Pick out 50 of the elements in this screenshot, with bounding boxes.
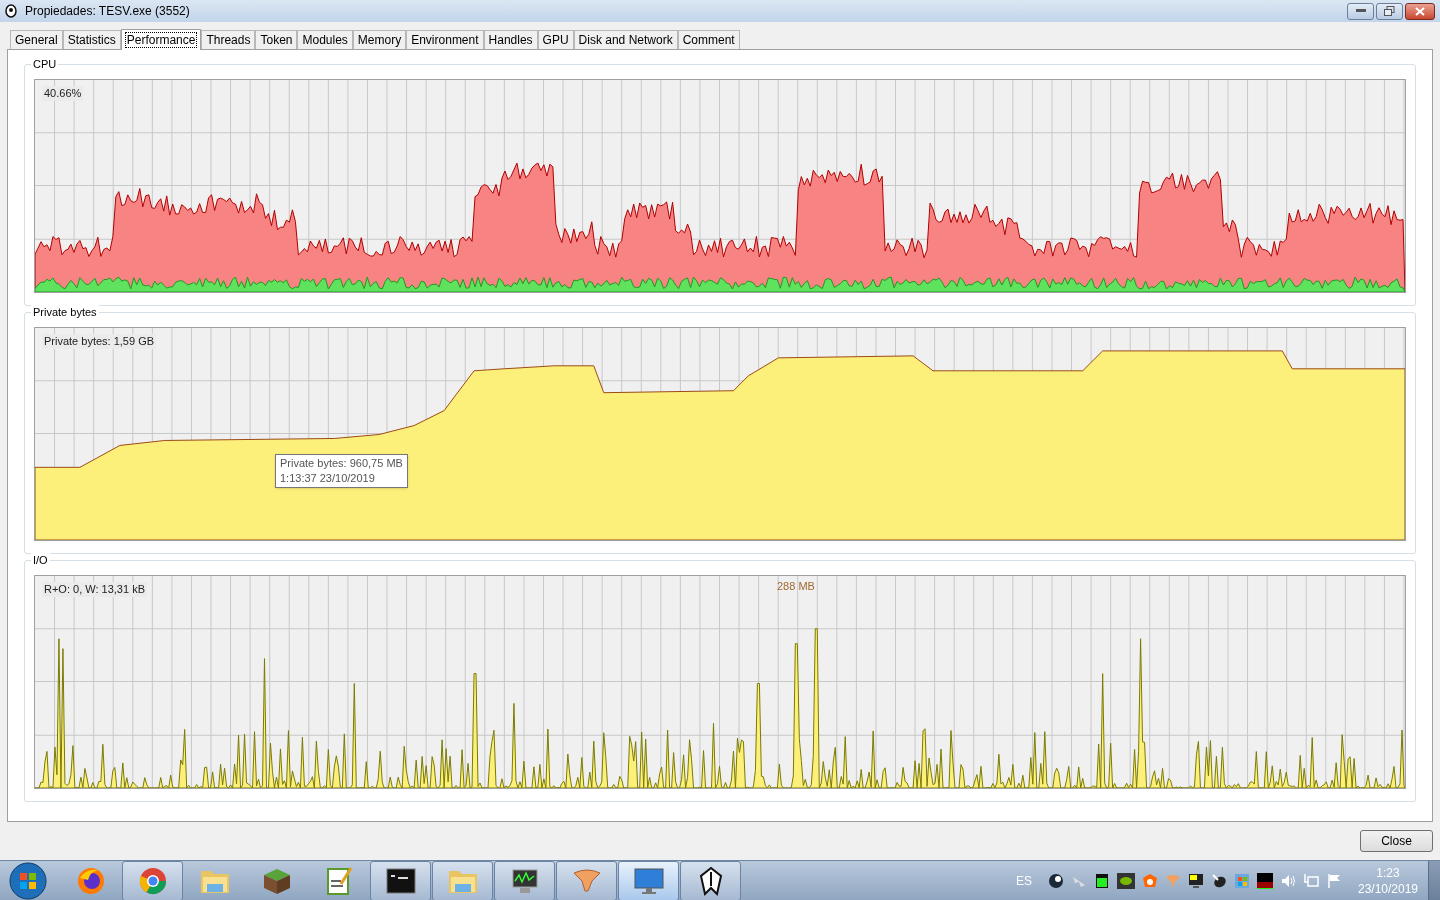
graph-reading: R+O: 0, W: 13,31 kB xyxy=(42,582,147,597)
screen-counter-icon[interactable] xyxy=(1188,873,1204,889)
satellite-dish-icon[interactable] xyxy=(1211,873,1227,889)
tab[interactable]: Token xyxy=(255,30,298,49)
window-title: Propiedades: TESV.exe (3552) xyxy=(25,3,190,20)
tab[interactable]: Disk and Network xyxy=(573,30,678,49)
monitor-icon xyxy=(632,867,665,895)
group-title: I/O xyxy=(31,553,50,567)
tab[interactable]: Handles xyxy=(483,30,538,49)
level-meter-icon[interactable] xyxy=(1094,873,1110,889)
monitor-graph-icon xyxy=(509,867,540,895)
tooltip-time: 1:13:37 23/10/2019 xyxy=(280,471,376,486)
clock-date: 23/10/2019 xyxy=(1357,881,1419,897)
terminal-icon xyxy=(385,868,416,894)
tornado-icon xyxy=(571,867,602,895)
minimize-button[interactable] xyxy=(1347,2,1374,20)
taskbar-button[interactable] xyxy=(494,861,555,900)
tooltip-value: Private bytes: 960,75 MB xyxy=(280,456,403,471)
graph-reading: 40.66% xyxy=(42,86,84,101)
restore-button[interactable] xyxy=(1376,2,1403,20)
shield-icon[interactable] xyxy=(1142,873,1158,889)
close-button[interactable]: Close xyxy=(1360,830,1433,852)
tab[interactable]: Environment xyxy=(406,30,484,49)
round-logo-icon[interactable] xyxy=(1048,873,1064,889)
group-title: Private bytes xyxy=(31,305,99,319)
tab[interactable]: Comment xyxy=(677,30,740,49)
fox-globe-icon xyxy=(75,866,106,896)
start-orb-icon xyxy=(9,862,47,900)
tab[interactable]: Threads xyxy=(201,30,256,49)
close-icon xyxy=(1415,6,1425,16)
graph-reading: Private bytes: 1,59 GB xyxy=(42,334,157,349)
taskbar-button[interactable] xyxy=(370,861,431,900)
minimize-icon xyxy=(1355,9,1366,13)
restore-icon xyxy=(1384,6,1395,16)
grass-block-icon xyxy=(261,866,292,896)
wheel-icon xyxy=(137,866,168,896)
close-window-button[interactable] xyxy=(1405,2,1435,20)
tab[interactable]: GPU xyxy=(537,30,574,49)
group-title: CPU xyxy=(31,57,59,71)
tab[interactable]: Memory xyxy=(352,30,407,49)
app-icon xyxy=(5,4,17,18)
notepad-icon xyxy=(324,866,353,896)
taskbar-button[interactable] xyxy=(680,861,741,900)
meter-bar-icon[interactable] xyxy=(1257,873,1273,889)
tab[interactable]: Statistics xyxy=(62,30,121,49)
tab[interactable]: Modules xyxy=(297,30,353,49)
clock-time: 1:23 xyxy=(1376,865,1400,881)
tab[interactable]: Performance xyxy=(120,29,202,50)
tab[interactable]: General xyxy=(10,30,63,49)
peak-label: 288 MB xyxy=(777,579,815,594)
